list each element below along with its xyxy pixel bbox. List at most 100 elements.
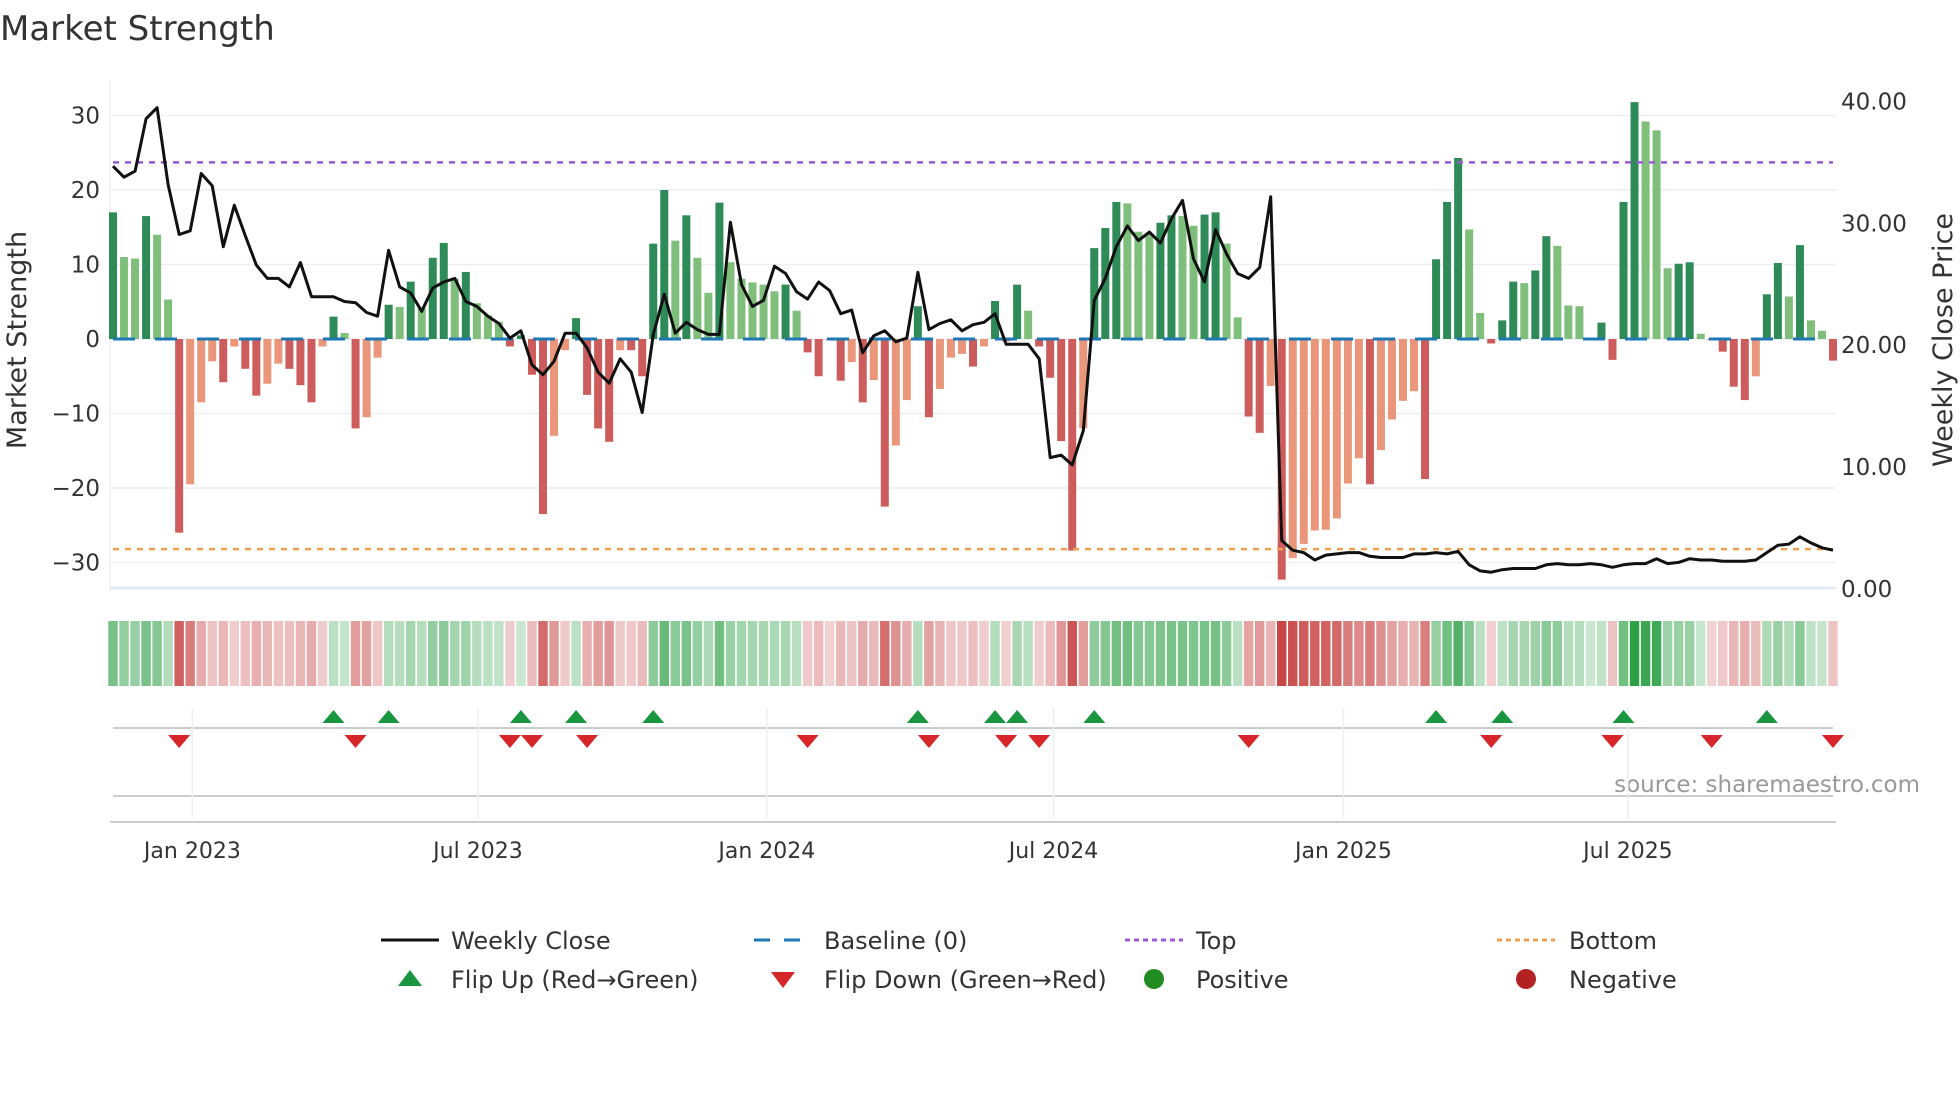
heat-cell xyxy=(1243,621,1254,686)
strength-bar xyxy=(880,339,889,507)
heat-cell xyxy=(1277,621,1287,686)
strength-bar xyxy=(1178,216,1187,339)
heat-cell xyxy=(494,621,504,686)
strength-bar xyxy=(1266,339,1275,386)
strength-bar xyxy=(263,339,272,384)
heat-cell xyxy=(383,621,394,686)
strength-bar xyxy=(902,339,911,401)
heat-cell xyxy=(813,621,824,686)
heat-cell xyxy=(1607,621,1618,686)
heat-cell xyxy=(1684,621,1695,686)
legend-label: Positive xyxy=(1196,966,1289,994)
flip-down-marker xyxy=(1700,735,1723,748)
flip-up-marker xyxy=(1491,710,1514,723)
heat-cell xyxy=(1299,621,1309,686)
heat-cell xyxy=(1144,621,1155,686)
flip-up-marker xyxy=(984,710,1007,723)
heat-cell xyxy=(1618,621,1629,686)
strength-bar xyxy=(1740,339,1749,401)
strength-bar xyxy=(1641,121,1650,340)
heat-cell xyxy=(240,621,251,686)
strength-bar xyxy=(1608,339,1617,360)
heat-cell xyxy=(1519,621,1529,686)
strength-bar xyxy=(539,339,547,515)
legend-dot-green-icon xyxy=(1144,969,1164,989)
heat-cell xyxy=(1662,621,1673,686)
heat-cell xyxy=(1806,621,1816,686)
legend-label: Baseline (0) xyxy=(824,927,967,955)
heat-cell xyxy=(1001,621,1011,686)
heat-cell xyxy=(1475,621,1485,686)
flip-up-marker xyxy=(1425,710,1448,723)
flip-down-marker xyxy=(995,735,1018,748)
strength-bar xyxy=(1343,339,1352,484)
y-tick-label: −10 xyxy=(51,402,100,428)
strength-bar xyxy=(726,262,735,339)
heat-cell xyxy=(163,621,173,686)
heat-cell xyxy=(758,621,769,686)
y-tick-label: 20 xyxy=(71,178,100,204)
legend-label: Negative xyxy=(1569,966,1677,994)
x-tick-label: Jan 2023 xyxy=(142,839,241,864)
strength-bar xyxy=(153,234,162,339)
heat-cell xyxy=(1111,621,1122,686)
heat-cell xyxy=(1045,621,1055,686)
strength-bar xyxy=(1046,339,1055,378)
flip-down-marker xyxy=(344,735,367,748)
heat-cell xyxy=(251,621,262,686)
strength-bar xyxy=(792,310,801,339)
strength-bar xyxy=(1134,231,1143,339)
heat-cell xyxy=(108,621,118,686)
heat-cell xyxy=(780,621,791,686)
strength-bar xyxy=(1542,236,1551,339)
y-tick-label: −30 xyxy=(51,551,100,577)
strength-bar xyxy=(1354,339,1363,459)
strength-bar xyxy=(946,339,955,358)
heat-cell xyxy=(1056,621,1066,686)
heat-cell xyxy=(1067,621,1077,686)
flip-down-marker xyxy=(1480,735,1503,748)
flip-down-marker xyxy=(917,735,940,748)
strength-bar xyxy=(1365,339,1374,485)
heat-cell xyxy=(372,621,383,686)
heat-cell xyxy=(1023,621,1033,686)
flip-up-marker xyxy=(1083,710,1106,723)
legend-dot-red-icon xyxy=(1516,969,1536,989)
strength-bar xyxy=(891,339,900,446)
heat-cell xyxy=(835,621,846,686)
heat-cell xyxy=(1552,621,1563,686)
flip-up-marker xyxy=(565,710,588,723)
heat-cell xyxy=(769,621,780,686)
strength-bar xyxy=(1575,306,1584,339)
heat-cell xyxy=(1795,621,1805,686)
heat-cell xyxy=(1751,621,1761,686)
heat-cell xyxy=(1596,621,1607,686)
y2-tick-label: 30.00 xyxy=(1841,211,1907,237)
strength-bar xyxy=(1255,339,1264,433)
heat-cell xyxy=(1133,621,1144,686)
strength-bar xyxy=(1299,339,1308,544)
heat-cell xyxy=(339,621,350,686)
heat-cell xyxy=(428,621,438,686)
heat-cell xyxy=(648,621,658,686)
strength-bar xyxy=(1332,339,1341,519)
heat-cell xyxy=(703,621,714,686)
heat-cell xyxy=(229,621,239,686)
strength-bar xyxy=(1068,339,1077,551)
heat-cell xyxy=(295,621,306,686)
strength-bar xyxy=(748,282,757,339)
heat-cell xyxy=(1442,621,1452,686)
heat-cell xyxy=(736,621,747,686)
legend-label: Bottom xyxy=(1569,927,1657,955)
heat-cell xyxy=(615,621,625,686)
flip-up-marker xyxy=(322,710,345,723)
heat-cell xyxy=(174,621,184,686)
x-tick-label: Jan 2024 xyxy=(716,839,815,864)
strength-bar xyxy=(924,339,933,418)
x-tick-label: Jan 2025 xyxy=(1293,839,1392,864)
heat-cell xyxy=(659,621,669,686)
strength-bar xyxy=(1421,339,1430,480)
strength-bar xyxy=(957,339,966,354)
strength-bar xyxy=(1531,270,1540,339)
heat-cell xyxy=(1012,621,1022,686)
